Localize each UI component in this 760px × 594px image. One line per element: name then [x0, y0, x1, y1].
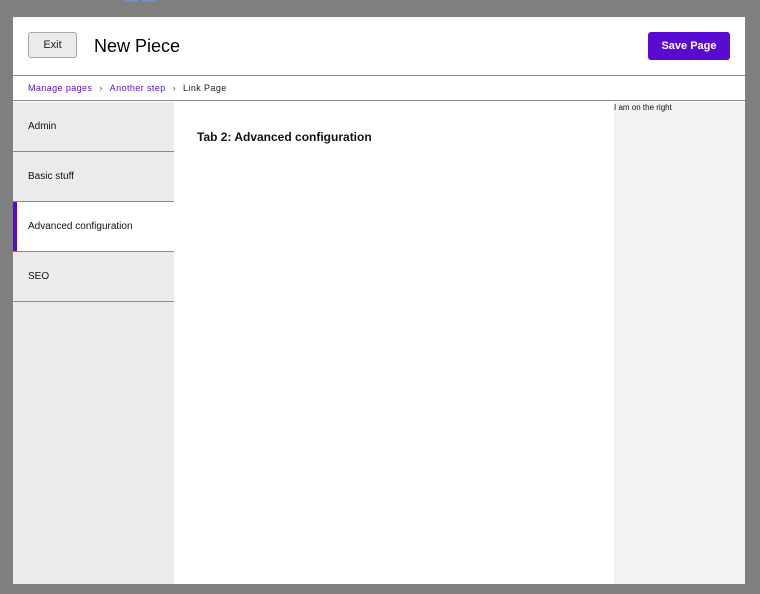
right-panel-text: I am on the right: [614, 103, 672, 112]
page-title: New Piece: [94, 36, 181, 56]
active-indicator: [13, 202, 17, 251]
sidebar-item-seo[interactable]: SEO: [13, 252, 174, 302]
breadcrumb-current-page: Link Page: [183, 83, 227, 93]
background-decoration: [124, 0, 158, 2]
chevron-right-icon: ›: [99, 83, 103, 93]
sidebar-item-label: Advanced configuration: [28, 221, 133, 232]
sidebar-item-admin[interactable]: Admin: [13, 102, 174, 152]
sidebar-item-basic-stuff[interactable]: Basic stuff: [13, 152, 174, 202]
sidebar-item-label: SEO: [28, 271, 50, 282]
right-panel: I am on the right: [614, 102, 745, 584]
main-content: Tab 2: Advanced configuration: [174, 102, 614, 584]
sidebar-item-advanced-configuration[interactable]: Advanced configuration: [13, 202, 174, 252]
breadcrumb: Manage pages › Another step › Link Page: [13, 76, 745, 101]
chevron-right-icon: ›: [172, 83, 177, 93]
modal-header: Exit New Piece Save Page: [13, 17, 745, 76]
exit-button[interactable]: Exit: [28, 32, 77, 58]
breadcrumb-manage-pages[interactable]: Manage pages: [28, 83, 92, 93]
sidebar-item-label: Basic stuff: [28, 171, 74, 182]
breadcrumb-another-step[interactable]: Another step: [110, 83, 166, 93]
tab-heading: Tab 2: Advanced configuration: [197, 130, 372, 144]
sidebar-nav: Admin Basic stuff Advanced configuration…: [13, 102, 174, 584]
editor-modal: Exit New Piece Save Page Manage pages › …: [13, 17, 745, 584]
save-page-button[interactable]: Save Page: [648, 32, 730, 60]
sidebar-item-label: Admin: [28, 121, 57, 132]
